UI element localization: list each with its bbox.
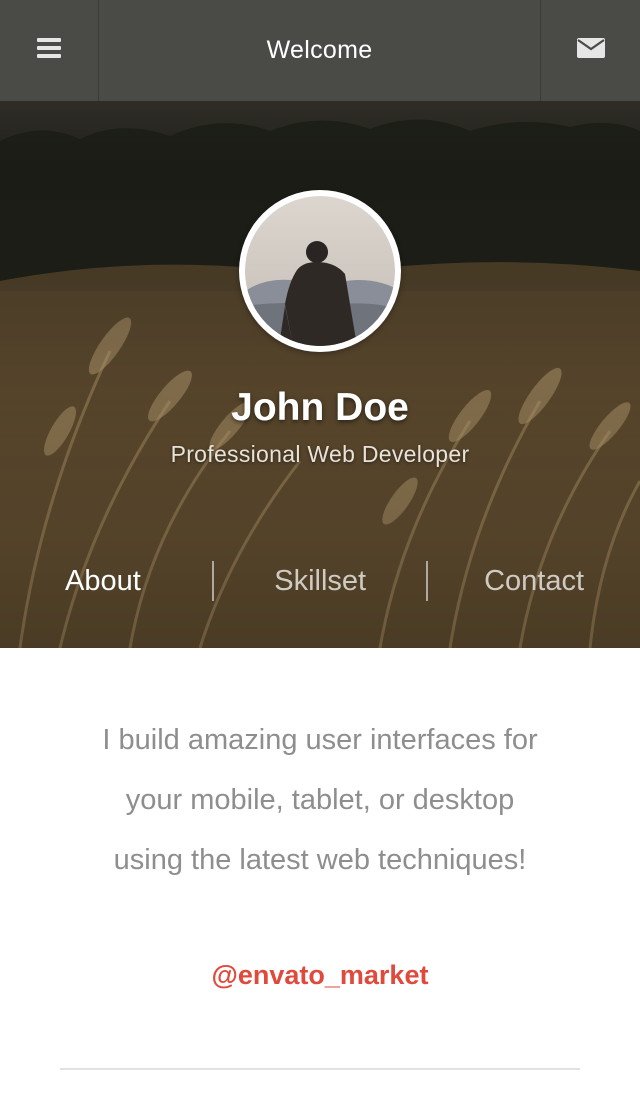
mail-button[interactable] [540, 0, 640, 101]
avatar-photo [245, 196, 395, 346]
tab-about[interactable]: About [0, 541, 212, 621]
profile-role: Professional Web Developer [170, 441, 470, 467]
about-section: I build amazing user interfaces for your… [0, 648, 640, 1096]
profile-tabs: About Skillset Contact [0, 541, 640, 621]
envelope-icon [576, 37, 606, 64]
hamburger-menu-icon [36, 37, 62, 64]
page-title: Welcome [266, 36, 373, 64]
profile-name: John Doe [231, 386, 409, 429]
profile-hero: John Doe Professional Web Developer Abou… [0, 101, 640, 648]
twitter-handle-link[interactable]: @envato_market [0, 960, 640, 991]
top-bar: Welcome [0, 0, 640, 101]
menu-button[interactable] [0, 0, 99, 101]
tab-skillset[interactable]: Skillset [214, 541, 426, 621]
section-divider [60, 1068, 580, 1070]
avatar[interactable] [239, 190, 401, 352]
bio-text: I build amazing user interfaces for your… [102, 724, 538, 876]
tab-contact[interactable]: Contact [428, 541, 640, 621]
